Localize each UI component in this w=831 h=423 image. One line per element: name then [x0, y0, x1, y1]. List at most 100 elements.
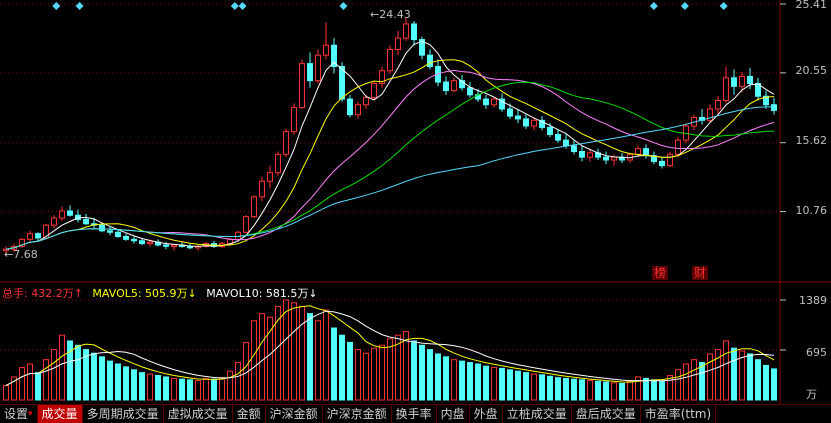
- volume-bar: [75, 344, 81, 401]
- event-diamond-icon: [719, 2, 728, 10]
- volume-bar: [659, 380, 665, 401]
- indicator-tab-bar: 设置▾ 成交量 多周期成交量 虚拟成交量 金额 沪深金额 沪深京金额 换手率 内…: [0, 404, 831, 423]
- volume-bar: [555, 377, 561, 401]
- total-volume: 总手: 432.2万↑: [2, 287, 83, 300]
- tab-sh-sz-bj-amount[interactable]: 沪深京金额: [323, 405, 392, 423]
- volume-bar: [459, 360, 465, 401]
- candle-body: [267, 172, 273, 182]
- candle-body: [603, 156, 609, 161]
- volume-bar: [451, 359, 457, 401]
- candle-body: [395, 37, 401, 50]
- tab-turnover[interactable]: 换手率: [392, 405, 437, 423]
- volume-bar: [115, 363, 121, 401]
- rank-marker[interactable]: 榜: [652, 266, 669, 280]
- volume-bar: [747, 353, 753, 401]
- volume-bar: [323, 309, 329, 401]
- volume-bar: [475, 363, 481, 401]
- volume-bar: [683, 363, 689, 401]
- volume-bar: [651, 379, 657, 401]
- candle-body: [363, 97, 369, 106]
- candle-body: [611, 156, 617, 161]
- candle-body: [451, 80, 457, 92]
- price-axis-label: 15.62: [795, 134, 828, 147]
- volume-bar: [339, 334, 345, 401]
- volume-bar: [443, 356, 449, 401]
- ma60-line: [5, 106, 774, 250]
- volume-bar: [179, 378, 185, 401]
- volume-bar: [139, 372, 145, 401]
- volume-bar: [427, 349, 433, 401]
- volume-bar: [547, 375, 553, 401]
- candle-body: [635, 148, 641, 155]
- volume-bar: [611, 382, 617, 401]
- volume-bar: [603, 381, 609, 401]
- volume-bar: [491, 367, 497, 401]
- candle-body: [747, 75, 753, 84]
- candle-body: [771, 104, 777, 111]
- candle-body: [123, 235, 129, 240]
- volume-bar: [27, 363, 33, 401]
- volume-bar: [123, 366, 129, 401]
- price-axis-label: 20.55: [795, 64, 828, 77]
- tab-outer-volume[interactable]: 外盘: [470, 405, 503, 423]
- price-axis-top: 25.41: [795, 0, 828, 11]
- event-diamond-icon: [238, 2, 247, 10]
- tab-settings[interactable]: 设置▾: [0, 405, 38, 423]
- candle-body: [523, 118, 529, 127]
- candle-body: [323, 44, 329, 56]
- volume-unit-label: 万: [806, 388, 817, 401]
- candle-body: [67, 210, 73, 216]
- tab-pile-volume[interactable]: 立桩成交量: [503, 405, 572, 423]
- candle-body: [491, 98, 497, 106]
- volume-bar: [755, 359, 761, 401]
- volume-bar: [19, 367, 25, 401]
- volume-bar: [291, 302, 297, 401]
- volume-bar: [595, 380, 601, 401]
- candle-body: [531, 119, 537, 127]
- tab-sh-sz-amount[interactable]: 沪深金额: [266, 405, 323, 423]
- finance-marker[interactable]: 财: [692, 266, 709, 280]
- candle-body: [163, 244, 169, 247]
- candle-body: [739, 75, 745, 87]
- volume-bar: [307, 313, 313, 401]
- volume-bar: [203, 377, 209, 401]
- tab-after-hours-volume[interactable]: 盘后成交量: [572, 405, 641, 423]
- candle-body: [659, 160, 665, 167]
- volume-bar: [411, 340, 417, 401]
- candle-body: [387, 48, 393, 72]
- tab-amount[interactable]: 金额: [233, 405, 266, 423]
- tab-volume[interactable]: 成交量: [37, 405, 83, 423]
- volume-bar: [299, 305, 305, 401]
- volume-bar: [51, 349, 57, 401]
- event-diamond-icon: [680, 2, 689, 10]
- tab-pe-ttm[interactable]: 市盈率(ttm): [641, 405, 717, 423]
- volume-bar: [227, 370, 233, 401]
- candle-body: [427, 54, 433, 67]
- candle-body: [563, 139, 569, 147]
- volume-bar: [531, 373, 537, 401]
- tab-multi-period-volume[interactable]: 多周期成交量: [83, 405, 164, 423]
- event-diamond-icon: [230, 2, 239, 10]
- candle-body: [99, 224, 105, 232]
- tab-inner-volume[interactable]: 内盘: [437, 405, 470, 423]
- volume-bar: [195, 380, 201, 401]
- candle-body: [107, 230, 113, 233]
- volume-bar: [419, 344, 425, 401]
- candle-body: [51, 217, 57, 226]
- kline-chart[interactable]: [0, 0, 831, 404]
- volume-bar: [251, 320, 257, 401]
- candle-body: [643, 148, 649, 157]
- candle-body: [315, 54, 321, 82]
- mavol5-value: MAVOL5: 505.9万↓: [92, 287, 197, 300]
- volume-bar: [467, 362, 473, 401]
- volume-bar: [483, 365, 489, 401]
- candle-body: [715, 99, 721, 110]
- candle-body: [483, 98, 489, 106]
- tab-virtual-volume[interactable]: 虚拟成交量: [164, 405, 233, 423]
- volume-bar: [379, 344, 385, 401]
- ma10-line: [5, 59, 775, 250]
- candle-body: [35, 233, 41, 239]
- candle-body: [139, 240, 145, 245]
- volume-bar: [507, 369, 513, 401]
- candle-body: [547, 126, 553, 135]
